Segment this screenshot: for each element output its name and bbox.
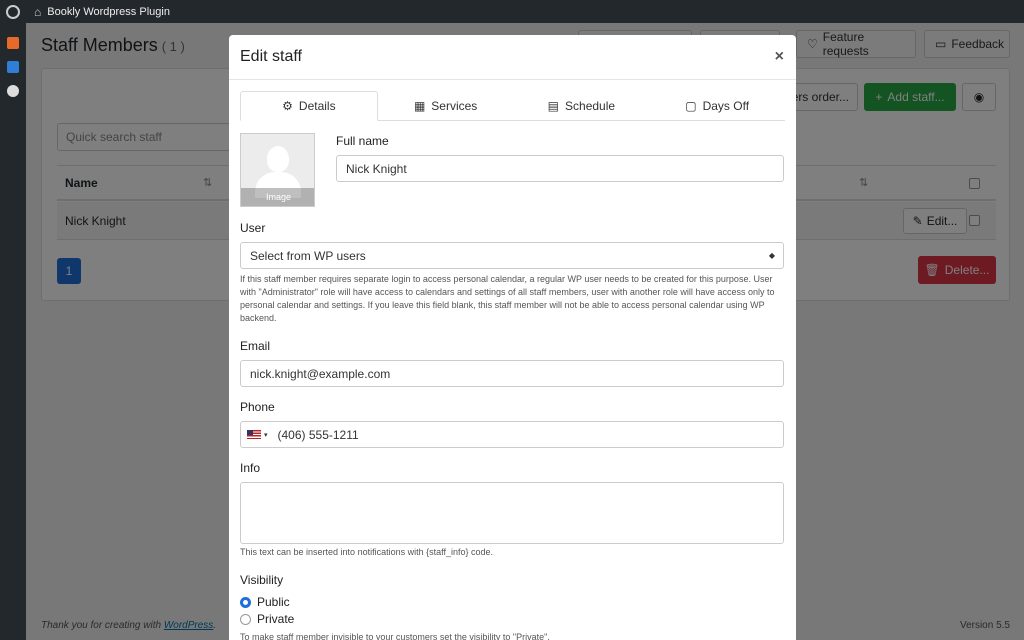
user-label: User — [240, 221, 266, 235]
visibility-public-label[interactable]: Public — [257, 595, 290, 609]
gear-icon: ⚙ — [282, 99, 293, 113]
email-label: Email — [240, 339, 271, 353]
info-label: Info — [240, 461, 261, 475]
user-select[interactable]: Select from WP users ◆ — [240, 242, 784, 269]
info-help-text: This text can be inserted into notificat… — [240, 547, 493, 557]
phone-label: Phone — [240, 400, 275, 414]
admin-side-menu — [0, 23, 26, 640]
full-name-field[interactable]: Nick Knight — [336, 155, 784, 182]
tab-details[interactable]: ⚙ Details — [240, 91, 378, 121]
visibility-public-radio[interactable] — [240, 597, 251, 608]
bookly-menu-icon[interactable] — [7, 37, 19, 49]
avatar-head — [267, 146, 289, 172]
wordpress-logo-icon[interactable] — [2, 0, 24, 23]
site-name[interactable]: Bookly Wordpress Plugin — [47, 6, 170, 18]
tab-schedule[interactable]: ▤ Schedule — [514, 91, 650, 120]
calendar-menu-icon[interactable] — [7, 61, 19, 73]
play-menu-icon[interactable] — [7, 85, 19, 97]
full-name-label: Full name — [336, 134, 389, 148]
home-icon[interactable]: ⌂ — [34, 5, 41, 19]
avatar-upload[interactable]: Image — [240, 133, 315, 207]
modal-header: Edit staff × — [229, 35, 796, 80]
admin-bar: ⌂ Bookly Wordpress Plugin — [0, 0, 1024, 23]
tab-days-off[interactable]: ▢ Days Off — [649, 91, 785, 120]
visibility-help-text: To make staff member invisible to your c… — [240, 632, 550, 640]
visibility-private-radio[interactable] — [240, 614, 251, 625]
select-arrows-icon: ◆ — [768, 251, 775, 260]
image-caption[interactable]: Image — [241, 188, 314, 206]
us-flag-icon[interactable] — [247, 430, 261, 439]
tab-services[interactable]: ▦ Services — [378, 91, 514, 120]
modal-tabs: ⚙ Details ▦ Services ▤ Schedule ▢ Days Off — [240, 91, 785, 121]
user-help-text: If this staff member requires separate l… — [240, 274, 775, 323]
info-textarea[interactable] — [240, 482, 784, 544]
grid-icon: ▦ — [413, 98, 426, 113]
close-icon[interactable]: × — [775, 48, 784, 66]
visibility-private-label[interactable]: Private — [257, 612, 294, 626]
modal-title: Edit staff — [240, 48, 302, 65]
edit-staff-modal: Edit staff × ⚙ Details ▦ Services ▤ Schedul… — [229, 35, 796, 640]
calendar-icon: ▤ — [547, 98, 560, 113]
calendar-icon: ▢ — [685, 98, 697, 113]
caret-down-icon[interactable]: ▾ — [264, 431, 268, 439]
visibility-label: Visibility — [240, 573, 284, 587]
email-field[interactable]: nick.knight@example.com — [240, 360, 784, 387]
phone-field[interactable]: ▾ (406) 555-1211 — [240, 421, 784, 448]
